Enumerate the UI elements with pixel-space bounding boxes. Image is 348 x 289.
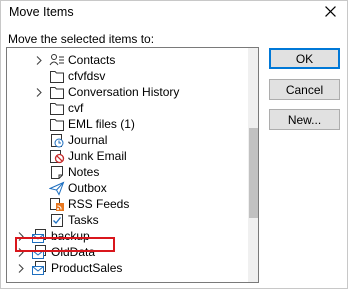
tree-item-label: cfvfdsv: [68, 69, 106, 83]
tree-item-label: cvf: [68, 101, 84, 115]
contacts-icon: [49, 53, 65, 68]
tree-item-junk-email[interactable]: Junk Email: [7, 148, 247, 165]
tree-item-journal[interactable]: Journal: [7, 132, 247, 149]
tree-item-cvf[interactable]: cvf: [7, 100, 247, 117]
junk-email-icon: [49, 149, 65, 164]
tree-item-rss-feeds[interactable]: RSS Feeds: [7, 196, 247, 213]
ok-button[interactable]: OK: [269, 48, 340, 69]
tree-item-outbox[interactable]: Outbox: [7, 180, 247, 197]
mailbox-icon: [31, 261, 47, 276]
outbox-icon: [49, 181, 65, 196]
tree-item-label: Contacts: [68, 53, 116, 67]
tree-item-contacts[interactable]: Contacts: [7, 52, 247, 69]
tree-item-eml-files[interactable]: EML files (1): [7, 116, 247, 133]
new-folder-button[interactable]: New...: [269, 109, 340, 130]
tree-item-label: Junk Email: [68, 149, 127, 163]
folder-icon: [49, 69, 65, 84]
tree-item-label: Notes: [68, 165, 100, 179]
tree-item-notes[interactable]: Notes: [7, 164, 247, 181]
folder-tree[interactable]: Contacts cfvfdsv Conversation History cv…: [6, 47, 259, 283]
tree-item-cfvfdsv[interactable]: cfvfdsv: [7, 68, 247, 85]
tree-item-label: ProductSales: [51, 261, 123, 275]
scrollbar-thumb[interactable]: [249, 128, 258, 218]
folder-icon: [49, 117, 65, 132]
highlight-box: [15, 237, 115, 252]
tree-item-label: EML files (1): [68, 117, 135, 131]
notes-icon: [49, 165, 65, 180]
folder-icon: [49, 101, 65, 116]
move-prompt: Move the selected items to:: [8, 32, 155, 46]
title-bar: Move Items: [1, 1, 347, 27]
close-button[interactable]: [317, 2, 343, 24]
chevron-right-icon[interactable]: [17, 264, 25, 273]
close-icon: [324, 6, 336, 20]
chevron-right-icon[interactable]: [35, 88, 43, 97]
vertical-scrollbar[interactable]: [248, 48, 258, 282]
tree-item-label: Tasks: [68, 213, 99, 227]
window-title: Move Items: [9, 5, 74, 19]
chevron-right-icon[interactable]: [35, 56, 43, 65]
folder-icon: [49, 85, 65, 100]
tasks-icon: [49, 213, 65, 228]
move-items-dialog: Move Items Move the selected items to: C…: [0, 0, 348, 289]
tree-item-tasks[interactable]: Tasks: [7, 212, 247, 229]
tree-item-productsales[interactable]: ProductSales: [7, 260, 247, 277]
tree-item-label: Conversation History: [68, 85, 180, 99]
journal-icon: [49, 133, 65, 148]
tree-item-label: RSS Feeds: [68, 197, 130, 211]
tree-item-conversation-history[interactable]: Conversation History: [7, 84, 247, 101]
tree-item-label: Journal: [68, 133, 108, 147]
cancel-button[interactable]: Cancel: [269, 79, 340, 100]
rss-feeds-icon: [49, 197, 65, 212]
tree-item-label: Outbox: [68, 181, 107, 195]
